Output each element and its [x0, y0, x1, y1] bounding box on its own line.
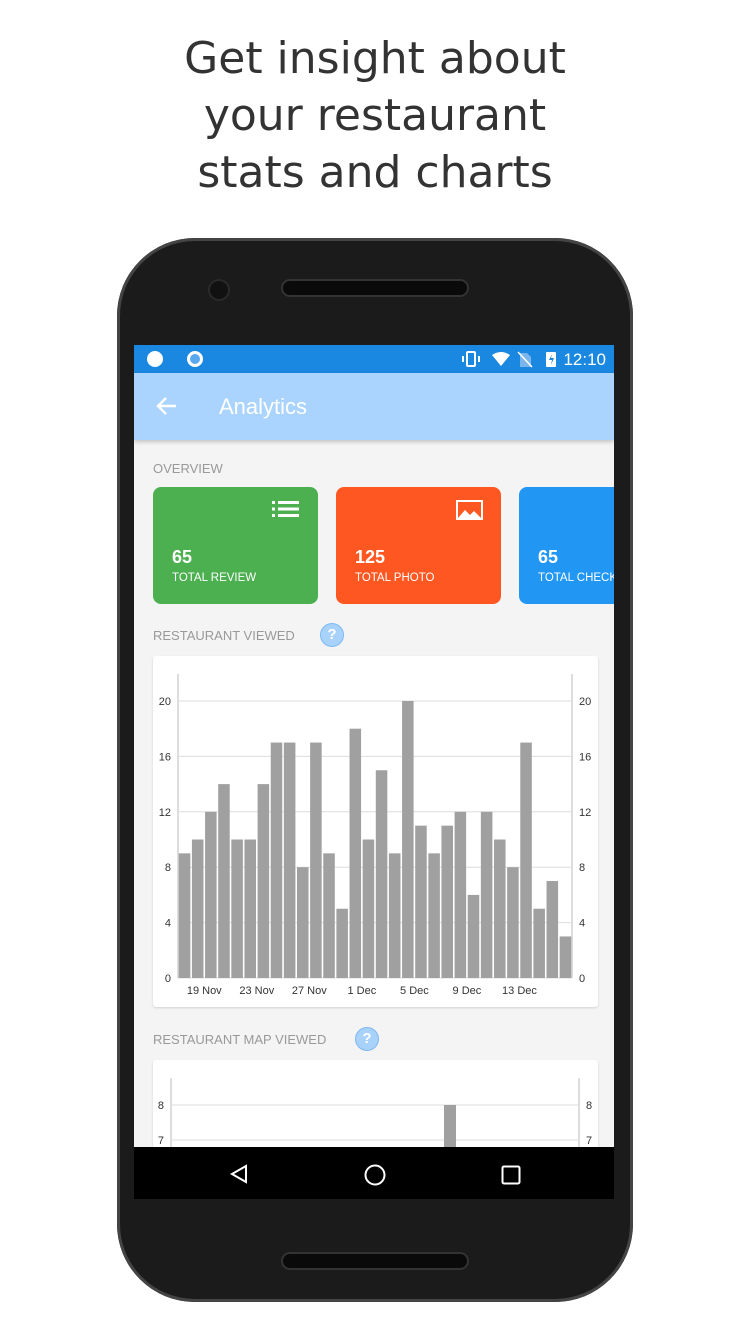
y-tick-label-left: 20: [159, 696, 171, 708]
bar: [375, 770, 388, 978]
y-tick-label-right: 20: [579, 696, 591, 708]
y-tick-label-left: 7: [158, 1135, 164, 1147]
bar: [467, 894, 480, 978]
y-tick-label-right: 8: [579, 862, 585, 874]
list-icon: [272, 501, 299, 517]
bar: [362, 839, 375, 978]
home-circle-icon[interactable]: [364, 1164, 386, 1186]
x-tick-label: 1 Dec: [347, 985, 376, 997]
page-title: Analytics: [219, 394, 308, 419]
bar: [480, 811, 493, 978]
y-tick-label-right: 0: [579, 973, 585, 985]
total-review-card[interactable]: 65 TOTAL REVIEW: [153, 487, 318, 604]
clock: 12:10: [563, 350, 606, 369]
chart-svg: 0 0 4 4 8 8 12 12 16 16 20 20 19 Nov 23 Nov 27 Nov 1 De…: [159, 674, 591, 997]
headline: Get insight about your restaurant stats …: [0, 30, 750, 201]
y-tick-label-left: 4: [165, 918, 171, 930]
bar: [428, 853, 440, 978]
bar: [218, 784, 230, 978]
help-icon[interactable]: ?: [320, 623, 344, 647]
image-icon: [456, 500, 483, 520]
bar: [349, 728, 362, 978]
y-tick-label-left: 8: [165, 862, 171, 874]
y-tick-label-left: 0: [165, 973, 171, 985]
back-triangle-icon[interactable]: [229, 1164, 249, 1184]
bar: [205, 811, 217, 978]
bar: [336, 908, 348, 978]
system-icons: [462, 351, 556, 368]
restaurant-viewed-label: RESTAURANT VIEWED: [153, 628, 295, 643]
x-tick-label: 9 Dec: [453, 985, 482, 997]
bar: [520, 742, 532, 978]
bar: [257, 784, 270, 978]
firefox-icon: [147, 351, 163, 367]
x-tick-label: 23 Nov: [239, 985, 274, 997]
bar: [231, 839, 243, 978]
headline-line: your restaurant: [203, 90, 547, 141]
y-tick-label-right: 8: [586, 1100, 592, 1112]
y-tick-label-left: 16: [159, 751, 171, 763]
overview-label: OVERVIEW: [153, 461, 223, 476]
bar: [323, 853, 335, 978]
y-tick-label-left: 8: [158, 1100, 164, 1112]
bar: [283, 742, 296, 978]
wifi-icon: [492, 352, 510, 366]
restaurant-map-viewed-label: RESTAURANT MAP VIEWED: [153, 1032, 327, 1047]
y-tick-label-right: 7: [586, 1135, 592, 1147]
headline-line: stats and charts: [197, 147, 553, 198]
bar: [559, 936, 572, 978]
recents-square-icon[interactable]: [501, 1165, 521, 1185]
x-tick-label: 27 Nov: [292, 985, 327, 997]
status-bar: 12:10: [134, 345, 614, 373]
card-label: TOTAL REVIEW: [172, 572, 257, 584]
top-speaker: [283, 281, 467, 295]
card-label: TOTAL PHOTO: [355, 572, 435, 584]
bar: [546, 881, 559, 978]
card-label: TOTAL CHECK: [538, 572, 614, 584]
vibrate-icon: [466, 351, 476, 367]
bar: [533, 908, 545, 978]
restaurant-viewed-chart: 0 0 4 4 8 8 12 12 16 16 20 20 19 Nov 23 Nov 27 Nov 1 De…: [153, 656, 598, 1007]
help-icon[interactable]: ?: [355, 1027, 379, 1051]
total-check-card[interactable]: 65 TOTAL CHECK: [519, 487, 614, 604]
headline-line: Get insight about: [184, 33, 566, 84]
bar: [297, 867, 309, 978]
bar: [388, 853, 401, 978]
card-value: 65: [172, 547, 193, 567]
x-tick-label: 19 Nov: [187, 985, 222, 997]
bar: [178, 853, 191, 978]
y-tick-label-right: 12: [579, 807, 591, 819]
bottom-speaker: [283, 1254, 467, 1268]
card-value: 65: [538, 547, 559, 567]
total-photo-card[interactable]: 125 TOTAL PHOTO: [336, 487, 501, 604]
bar: [415, 825, 427, 978]
bar: [494, 839, 506, 978]
bar: [441, 825, 453, 978]
screen: 12:10 Analytics OVERVIEW 65 TOTAL REVIEW…: [134, 345, 614, 1199]
navigation-bar: [134, 1147, 614, 1199]
y-tick-label-left: 12: [159, 807, 171, 819]
x-tick-label: 5 Dec: [400, 985, 429, 997]
app-bar: Analytics: [134, 373, 614, 440]
bar: [244, 839, 256, 978]
bar: [191, 839, 204, 978]
y-tick-label-right: 16: [579, 751, 591, 763]
y-tick-label-right: 4: [579, 918, 585, 930]
notification-icons: [147, 351, 203, 367]
bar: [402, 701, 414, 978]
card-value: 125: [355, 547, 386, 567]
x-tick-label: 13 Dec: [502, 985, 537, 997]
bar: [270, 742, 283, 978]
bar: [310, 742, 322, 978]
front-camera: [210, 281, 228, 299]
bar: [507, 867, 519, 978]
arrow-left-icon[interactable]: [156, 396, 178, 416]
bar: [454, 811, 467, 978]
